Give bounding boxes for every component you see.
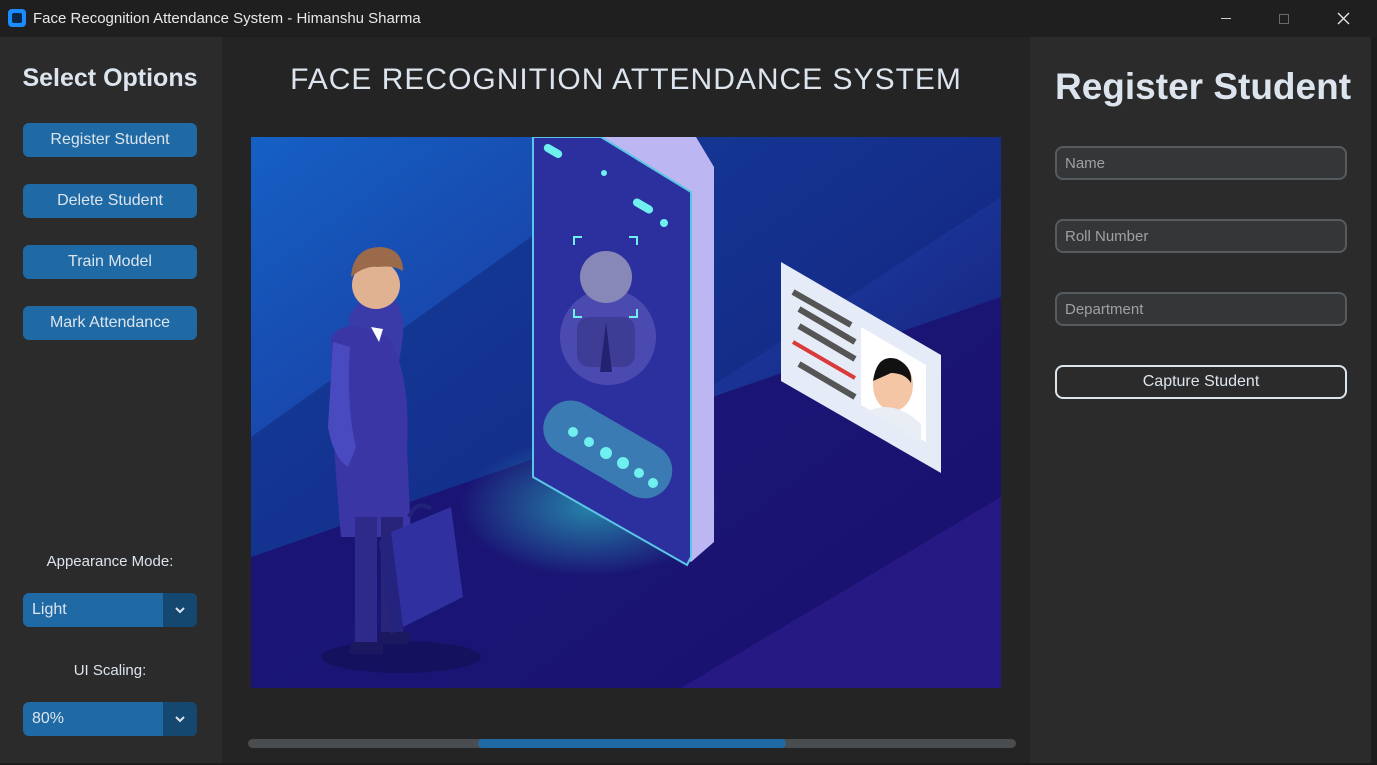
- appearance-mode-dropdown[interactable]: Light: [23, 593, 197, 627]
- chevron-down-icon[interactable]: [163, 702, 197, 736]
- minimize-button[interactable]: [1197, 0, 1255, 37]
- maximize-button[interactable]: [1255, 0, 1313, 37]
- window-title: Face Recognition Attendance System - Him…: [33, 10, 421, 27]
- register-panel: Register Student Capture Student: [1030, 37, 1371, 763]
- chevron-down-icon[interactable]: [163, 593, 197, 627]
- appearance-mode-label: Appearance Mode:: [46, 553, 174, 570]
- ui-scaling-label: UI Scaling:: [73, 662, 147, 679]
- sidebar-title: Select Options: [22, 64, 198, 92]
- department-field[interactable]: [1055, 292, 1347, 326]
- capture-student-button[interactable]: Capture Student: [1055, 365, 1347, 399]
- app-icon: [8, 9, 26, 27]
- ui-scaling-value: 80%: [32, 710, 65, 727]
- train-model-button[interactable]: Train Model: [23, 245, 197, 279]
- progress-indicator: [478, 739, 786, 748]
- roll-number-field[interactable]: [1055, 219, 1347, 253]
- ui-scaling-dropdown[interactable]: 80%: [23, 702, 197, 736]
- sidebar: Select Options Register Student Delete S…: [0, 37, 222, 763]
- main-panel: FACE RECOGNITION ATTENDANCE SYSTEM: [222, 37, 1030, 763]
- minimize-icon: [1221, 18, 1231, 19]
- window-border: [1371, 37, 1377, 765]
- delete-student-button[interactable]: Delete Student: [23, 184, 197, 218]
- face-recognition-illustration: [251, 137, 1001, 688]
- register-student-button[interactable]: Register Student: [23, 123, 197, 157]
- close-icon: [1337, 12, 1349, 25]
- progress-bar: [248, 739, 1016, 748]
- main-title: FACE RECOGNITION ATTENDANCE SYSTEM: [290, 63, 962, 96]
- maximize-icon: [1279, 13, 1289, 24]
- close-button[interactable]: [1314, 0, 1372, 37]
- name-field[interactable]: [1055, 146, 1347, 180]
- mark-attendance-button[interactable]: Mark Attendance: [23, 306, 197, 340]
- appearance-mode-value: Light: [32, 601, 67, 618]
- register-title: Register Student: [1055, 66, 1352, 107]
- title-bar: Face Recognition Attendance System - Him…: [0, 0, 1377, 37]
